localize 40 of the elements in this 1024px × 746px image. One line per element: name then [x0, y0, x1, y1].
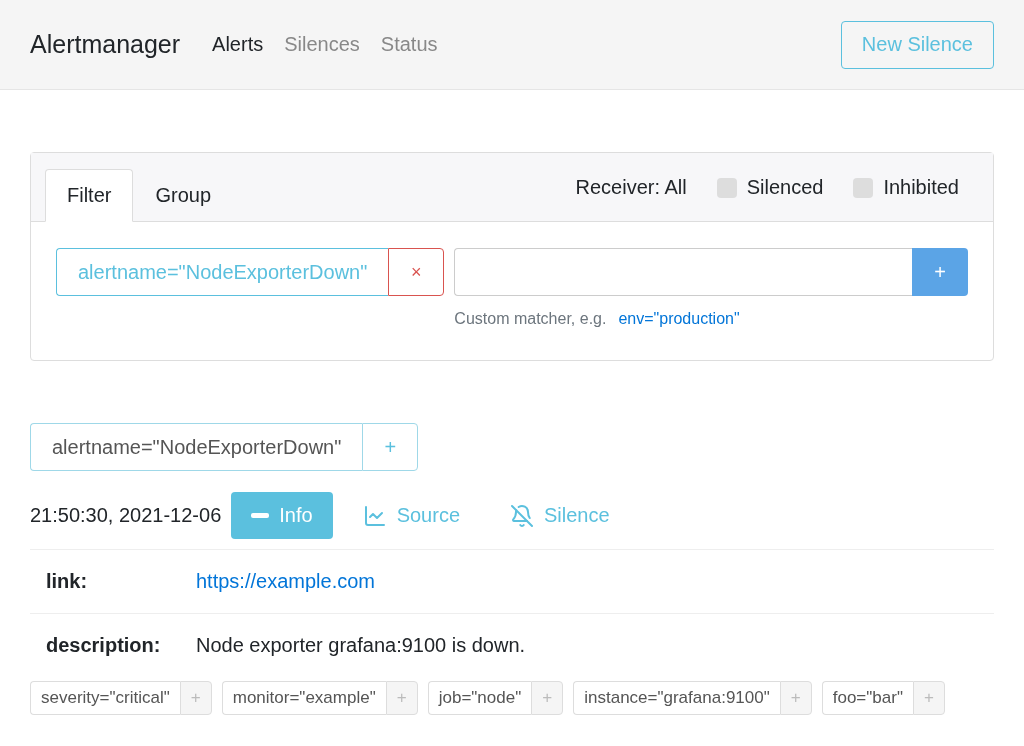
add-button[interactable]: +	[531, 681, 564, 715]
label-tag: instance="grafana:9100"	[573, 681, 780, 715]
new-silence-button[interactable]: New Silence	[840, 20, 994, 69]
annotation-value: Node exporter grafana:9100 is down.	[196, 634, 527, 657]
example-link[interactable]: env="production"	[618, 310, 740, 328]
add-button[interactable]: +	[912, 248, 968, 296]
matcher-tag: alertname="NodeExporterDown"	[56, 248, 389, 296]
annotation-key: link:	[46, 570, 196, 593]
label-tag: foo="bar"	[821, 681, 913, 715]
nav-link[interactable]: Alerts	[212, 33, 264, 56]
add-button[interactable]: +	[362, 423, 419, 471]
brand-title: Alertmanager	[30, 30, 181, 59]
checkbox-label: Inhibited	[883, 176, 959, 199]
matcher-input[interactable]	[454, 248, 912, 296]
add-button[interactable]: +	[385, 681, 418, 715]
annotation-link[interactable]: https://example.com	[196, 570, 978, 593]
remove-button[interactable]: ×	[388, 248, 445, 296]
checkbox[interactable]	[716, 177, 737, 198]
source-button[interactable]: Source	[342, 492, 480, 539]
label-tag: monitor="example"	[221, 681, 386, 715]
tab[interactable]: Filter	[45, 169, 134, 222]
info-button[interactable]: Info	[231, 492, 333, 539]
bell-off-icon	[510, 503, 534, 528]
checkbox-label: Silenced	[746, 176, 824, 199]
add-button[interactable]: +	[779, 681, 812, 715]
hint-text: Custom matcher, e.g.	[454, 310, 607, 328]
minus-icon	[251, 513, 270, 518]
add-button[interactable]: +	[912, 681, 945, 715]
alert-time: 21:50:30, 2021-12-06	[30, 504, 222, 527]
add-button[interactable]: +	[179, 681, 212, 715]
label-tag: severity="critical"	[30, 681, 180, 715]
group-label: alertname="NodeExporterDown"	[30, 423, 363, 471]
annotation-key: description:	[46, 634, 196, 657]
tab[interactable]: Group	[133, 169, 234, 222]
line-chart-icon	[362, 503, 387, 528]
checkbox[interactable]	[853, 177, 874, 198]
nav-link[interactable]: Status	[380, 33, 438, 56]
silence-button[interactable]: Silence	[490, 492, 630, 539]
nav-link[interactable]: Silences	[284, 33, 360, 56]
receiver-dropdown[interactable]: Receiver: All	[575, 176, 687, 199]
